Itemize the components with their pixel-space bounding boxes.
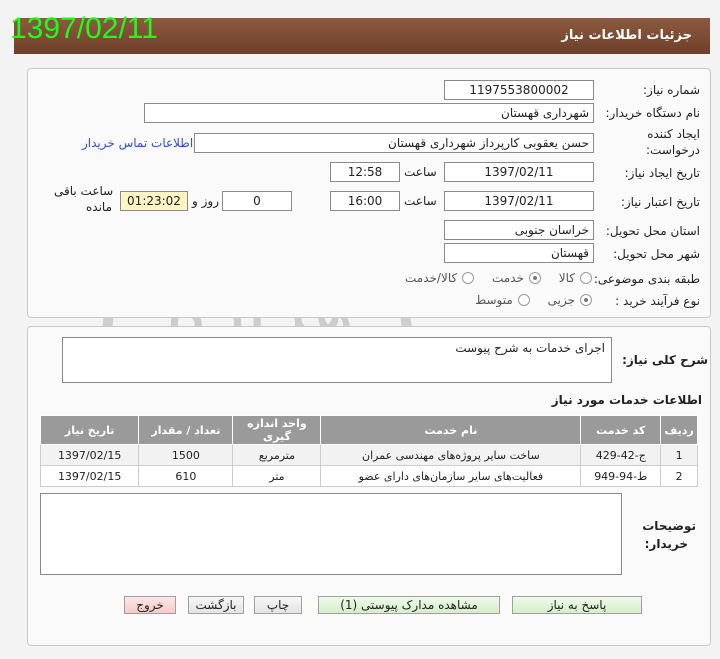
cell-service-name: فعالیت‌های سایر سازمان‌های دارای عضو — [320, 465, 582, 487]
cell-service-name: ساخت سایر پروژه‌های مهندسی عمران — [320, 444, 582, 466]
created-date-field: 1397/02/11 — [444, 162, 594, 182]
creator-label-line1: ایجاد کننده — [647, 127, 700, 141]
col-service-name: نام خدمت — [320, 415, 582, 445]
cell-service-code: ج-42-429 — [580, 444, 662, 466]
need-number-label: شماره نیاز: — [643, 83, 700, 97]
remaining-time-field: 01:23:02 — [120, 191, 188, 211]
print-button[interactable]: چاپ — [254, 596, 302, 614]
created-time-label: ساعت — [404, 165, 437, 179]
cell-row: 1 — [660, 444, 698, 466]
days-label: روز و — [192, 194, 219, 208]
validity-time-field: 16:00 — [330, 191, 400, 211]
col-quantity: تعداد / مقدار — [138, 415, 234, 445]
purchase-label-minor: جزیی — [547, 293, 575, 307]
purchase-type-radio-group: جزیی متوسط — [461, 293, 592, 309]
buyer-notes-label-line2: خریدار: — [644, 537, 688, 551]
buyer-contact-link[interactable]: اطلاعات تماس خریدار — [82, 136, 193, 150]
col-row: ردیف — [660, 415, 698, 445]
purchase-label-medium: متوسط — [475, 293, 513, 307]
cell-quantity: 610 — [138, 465, 234, 487]
category-radio-service[interactable] — [528, 272, 541, 284]
category-radio-both[interactable] — [462, 272, 475, 284]
services-section-title: اطلاعات خدمات مورد نیاز — [551, 393, 702, 407]
description-label: شرح کلی نیاز: — [622, 353, 708, 367]
delivery-city-label: شهر محل تحویل: — [613, 247, 700, 261]
cell-row: 2 — [660, 465, 698, 487]
creator-label-line2: درخواست: — [646, 143, 700, 157]
validity-date-label: تاریخ اعتبار نیاز: — [620, 195, 700, 209]
buyer-org-field: شهرداری قهستان — [144, 103, 594, 123]
category-label-goods: کالا — [558, 271, 575, 285]
creator-field: حسن یعقوبی کارپرداز شهرداری قهستان — [194, 133, 594, 153]
category-label: طبقه بندی موضوعی: — [593, 272, 700, 286]
table-row: 1 ج-42-429 ساخت سایر پروژه‌های مهندسی عم… — [39, 444, 698, 466]
purchase-radio-medium[interactable] — [517, 294, 530, 306]
delivery-province-field: خراسان جنوبی — [444, 220, 594, 240]
description-textarea: اجرای خدمات به شرح پیوست — [62, 337, 612, 383]
purchase-type-label: نوع فرآیند خرید : — [615, 294, 700, 308]
reply-button[interactable]: پاسخ به نیاز — [512, 596, 642, 614]
category-label-both: کالا/خدمت — [405, 271, 458, 285]
category-option-both[interactable]: کالا/خدمت — [405, 271, 475, 285]
date-stamp: 1397/02/11 — [10, 12, 158, 45]
purchase-option-medium[interactable]: متوسط — [475, 293, 530, 307]
cell-need-date: 1397/02/15 — [39, 465, 140, 487]
table-row: 2 ط-94-949 فعالیت‌های سایر سازمان‌های دا… — [39, 465, 698, 487]
category-option-service[interactable]: خدمت — [492, 271, 541, 285]
cell-need-date: 1397/02/15 — [39, 444, 140, 466]
col-need-date: تاریخ نیاز — [39, 415, 140, 445]
services-table-header: ردیف کد خدمت نام خدمت واحد اندازه گیری ت… — [39, 415, 698, 445]
created-date-label: تاریخ ایجاد نیاز: — [624, 166, 700, 180]
cell-unit: مترمربع — [232, 444, 322, 466]
validity-date-field: 1397/02/11 — [444, 191, 594, 211]
remaining-days-field: 0 — [222, 191, 292, 211]
category-label-service: خدمت — [492, 271, 524, 285]
delivery-city-field: قهستان — [444, 243, 594, 263]
delivery-province-label: استان محل تحویل: — [605, 224, 700, 238]
category-option-goods[interactable]: کالا — [559, 271, 592, 285]
col-unit: واحد اندازه گیری — [232, 415, 322, 445]
category-radio-goods[interactable] — [580, 272, 592, 284]
remaining-label-line2: مانده — [86, 200, 113, 214]
remaining-label-line1: ساعت باقی — [54, 184, 114, 198]
buyer-notes-label-line1: توضیحات — [642, 519, 696, 533]
purchase-option-minor[interactable]: جزیی — [548, 293, 592, 307]
purchase-radio-minor[interactable] — [580, 294, 592, 306]
buyer-notes-textarea — [40, 493, 622, 575]
page-title: جزئیات اطلاعات نیاز — [561, 28, 692, 43]
need-number-field: 1197553800002 — [444, 80, 594, 100]
category-radio-group: کالا خدمت کالا/خدمت — [391, 271, 592, 287]
cell-service-code: ط-94-949 — [580, 465, 662, 487]
services-table: ردیف کد خدمت نام خدمت واحد اندازه گیری ت… — [39, 415, 698, 487]
buyer-org-label: نام دستگاه خریدار: — [605, 106, 701, 120]
exit-button[interactable]: خروج — [124, 596, 176, 614]
created-time-field: 12:58 — [330, 162, 400, 182]
cell-quantity: 1500 — [138, 444, 234, 466]
view-attachments-button[interactable]: مشاهده مدارک پیوستی (1) — [318, 596, 500, 614]
cell-unit: متر — [232, 465, 322, 487]
back-button[interactable]: بازگشت — [188, 596, 244, 614]
need-info-panel: شماره نیاز: 1197553800002 نام دستگاه خری… — [27, 68, 711, 318]
col-service-code: کد خدمت — [580, 415, 662, 445]
validity-time-label: ساعت — [404, 194, 437, 208]
